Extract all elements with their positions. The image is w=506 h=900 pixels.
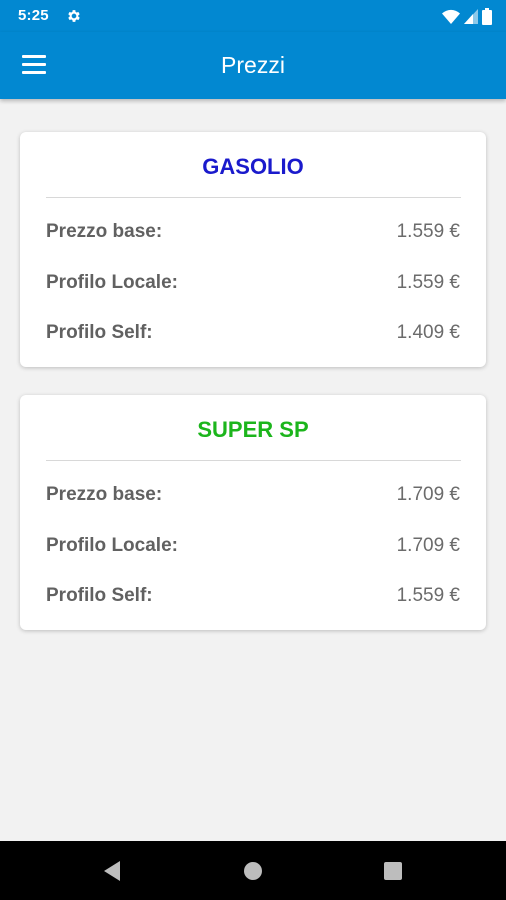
price-label: Prezzo base: [46, 221, 163, 242]
price-card-super-sp: SUPER SP Prezzo base: 1.709 € Profilo Lo… [20, 395, 486, 630]
price-row: Prezzo base: 1.709 € [46, 484, 460, 508]
settings-gear-icon [68, 10, 80, 22]
app-bar: Prezzi [0, 32, 506, 99]
wifi-icon [442, 9, 460, 24]
home-icon[interactable] [240, 858, 266, 884]
price-row: Profilo Locale: 1.559 € [46, 272, 460, 296]
price-row: Profilo Locale: 1.709 € [46, 535, 460, 559]
status-icons [442, 7, 492, 25]
product-title: SUPER SP [197, 417, 309, 442]
price-label: Profilo Locale: [46, 535, 178, 556]
price-label: Profilo Self: [46, 322, 153, 343]
status-bar: 5:25 [0, 0, 506, 32]
price-label: Profilo Self: [46, 585, 153, 606]
price-label: Prezzo base: [46, 484, 163, 505]
price-value: 1.709 € [396, 484, 460, 505]
price-row: Prezzo base: 1.559 € [46, 221, 460, 245]
battery-icon [482, 7, 492, 25]
status-time: 5:25 [18, 7, 49, 24]
price-row: Profilo Self: 1.559 € [46, 585, 460, 609]
price-card-gasolio: GASOLIO Prezzo base: 1.559 € Profilo Loc… [20, 132, 486, 367]
price-value: 1.709 € [396, 535, 460, 556]
price-value: 1.409 € [396, 322, 460, 343]
price-label: Profilo Locale: [46, 272, 178, 293]
product-title: GASOLIO [202, 154, 304, 179]
divider [46, 197, 461, 198]
price-value: 1.559 € [396, 221, 460, 242]
divider [46, 460, 461, 461]
page-title: Prezzi [221, 52, 285, 78]
back-icon[interactable] [100, 858, 126, 884]
price-value: 1.559 € [396, 272, 460, 293]
cellular-signal-icon [464, 8, 478, 24]
recents-icon[interactable] [380, 858, 406, 884]
price-value: 1.559 € [396, 585, 460, 606]
system-nav-bar [0, 841, 506, 900]
price-row: Profilo Self: 1.409 € [46, 322, 460, 346]
